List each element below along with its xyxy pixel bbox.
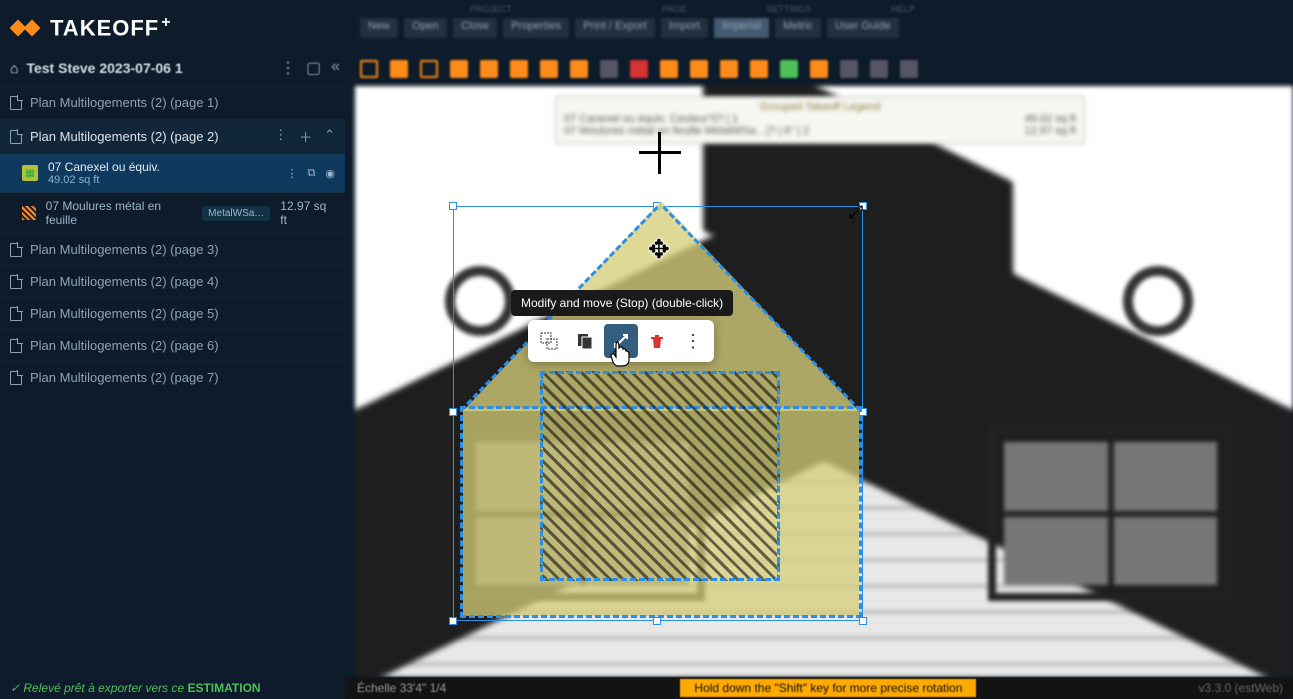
ribbon-open[interactable]: Open bbox=[404, 18, 447, 38]
tool-pencil-icon[interactable] bbox=[390, 60, 408, 78]
tool-visibility-icon[interactable] bbox=[780, 60, 798, 78]
takeoff-type: MetalWSa… bbox=[202, 206, 270, 221]
swatch-icon: ▦ bbox=[22, 165, 38, 181]
takeoff-item-moulures[interactable]: 07 Moulures métal en feuille MetalWSa… 1… bbox=[0, 192, 345, 233]
page-row-4[interactable]: Plan Multilogements (2) (page 4) bbox=[0, 265, 345, 297]
tool-poly-icon[interactable] bbox=[450, 60, 468, 78]
ribbon-print-export[interactable]: Print / Export bbox=[575, 18, 655, 38]
page-add-icon[interactable]: ＋ bbox=[299, 127, 312, 146]
page-row-7[interactable]: Plan Multilogements (2) (page 7) bbox=[0, 361, 345, 393]
file-icon bbox=[10, 96, 22, 110]
page-row-1[interactable]: Plan Multilogements (2) (page 1) bbox=[0, 86, 345, 118]
takeoff-item-canexel[interactable]: ▦ 07 Canexel ou équiv. 49.02 sq ft ⋮ ⧉ ◉ bbox=[0, 154, 345, 192]
legend-title: Grouped Takeoff Legend bbox=[564, 101, 1076, 113]
file-icon bbox=[10, 371, 22, 385]
takeoff-area: 49.02 sq ft bbox=[48, 174, 160, 186]
ribbon-import[interactable]: Import bbox=[661, 18, 708, 38]
status-bar: Échelle 33'4" 1/4 Hold down the "Shift" … bbox=[345, 677, 1293, 699]
page-label: Plan Multilogements (2) (page 1) bbox=[30, 95, 219, 110]
takeoff-area: 12.97 sq ft bbox=[280, 199, 335, 227]
canvas-toolbar bbox=[360, 56, 1283, 82]
ribbon-properties[interactable]: Properties bbox=[503, 18, 569, 38]
page-row-3[interactable]: Plan Multilogements (2) (page 3) bbox=[0, 233, 345, 265]
page-label: Plan Multilogements (2) (page 5) bbox=[30, 306, 219, 321]
document-title: Test Steve 2023-07-06 1 bbox=[26, 60, 182, 76]
drawing-canvas[interactable]: Grouped Takeoff Legend 07 Canexel ou équ… bbox=[355, 86, 1293, 677]
page-collapse-icon[interactable]: ⌃ bbox=[324, 127, 335, 146]
tool-fit-icon[interactable] bbox=[720, 60, 738, 78]
ribbon-categories: PROJECT PAGE SETTINGS HELP bbox=[360, 4, 1283, 18]
page-row-5[interactable]: Plan Multilogements (2) (page 5) bbox=[0, 297, 345, 329]
file-icon bbox=[10, 130, 22, 144]
ribbon: New Open Close Properties Print / Export… bbox=[360, 18, 1283, 38]
takeoff-name: 07 Canexel ou équiv. bbox=[48, 160, 160, 174]
collapse-sidebar-icon[interactable]: « bbox=[331, 58, 340, 78]
tool-area-icon[interactable] bbox=[540, 60, 558, 78]
home-icon[interactable]: ⌂ bbox=[10, 60, 18, 76]
tool-rect-icon[interactable] bbox=[420, 60, 438, 78]
tool-color-icon[interactable] bbox=[810, 60, 828, 78]
version-label: v3.3.0 (estWeb) bbox=[1199, 681, 1283, 695]
ribbon-new[interactable]: New bbox=[360, 18, 398, 38]
legend-box: Grouped Takeoff Legend 07 Canexel ou équ… bbox=[555, 96, 1085, 144]
scale-label: Échelle 33'4" 1/4 bbox=[345, 681, 458, 695]
tool-comment-icon[interactable] bbox=[870, 60, 888, 78]
ribbon-close[interactable]: Close bbox=[453, 18, 497, 38]
ribbon-metric[interactable]: Metric bbox=[775, 18, 821, 38]
ribbon-imperial[interactable]: Imperial bbox=[714, 18, 769, 38]
file-icon bbox=[10, 275, 22, 289]
tool-export-icon[interactable] bbox=[900, 60, 918, 78]
doc-page-icon[interactable]: ▢ bbox=[306, 58, 321, 78]
hint-label: Hold down the "Shift" key for more preci… bbox=[680, 679, 976, 697]
file-icon bbox=[10, 243, 22, 257]
export-status: ✓ Relevé prêt à exporter vers ce ESTIMAT… bbox=[10, 681, 261, 695]
page-label: Plan Multilogements (2) (page 6) bbox=[30, 338, 219, 353]
item-copy-icon[interactable]: ⧉ bbox=[308, 167, 316, 180]
ribbon-user-guide[interactable]: User Guide bbox=[827, 18, 899, 38]
page-label: Plan Multilogements (2) (page 4) bbox=[30, 274, 219, 289]
tool-zoom-icon[interactable] bbox=[690, 60, 708, 78]
sidebar: Plan Multilogements (2) (page 1) Plan Mu… bbox=[0, 86, 345, 675]
page-label: Plan Multilogements (2) (page 2) bbox=[30, 129, 219, 144]
item-eye-icon[interactable]: ◉ bbox=[325, 167, 335, 180]
page-label: Plan Multilogements (2) (page 3) bbox=[30, 242, 219, 257]
tool-dropper-icon[interactable] bbox=[840, 60, 858, 78]
tool-note-icon[interactable] bbox=[600, 60, 618, 78]
tool-line-icon[interactable] bbox=[510, 60, 528, 78]
page-menu-icon[interactable]: ⋮ bbox=[274, 127, 287, 146]
page-row-6[interactable]: Plan Multilogements (2) (page 6) bbox=[0, 329, 345, 361]
tool-select-icon[interactable] bbox=[360, 60, 378, 78]
swatch-icon bbox=[22, 206, 36, 220]
page-label: Plan Multilogements (2) (page 7) bbox=[30, 370, 219, 385]
tool-layers-icon[interactable] bbox=[750, 60, 768, 78]
document-row: ⌂ Test Steve 2023-07-06 1 ⋮ ▢ « bbox=[10, 56, 340, 80]
app-logo: TAKEOFF+ bbox=[12, 14, 172, 41]
tool-record-icon[interactable] bbox=[630, 60, 648, 78]
app-name: TAKEOFF+ bbox=[50, 14, 172, 41]
tool-plus-icon[interactable] bbox=[660, 60, 678, 78]
logo-icon bbox=[12, 17, 42, 39]
item-menu-icon[interactable]: ⋮ bbox=[287, 167, 298, 180]
tool-path-icon[interactable] bbox=[570, 60, 588, 78]
doc-menu-icon[interactable]: ⋮ bbox=[280, 58, 296, 78]
page-row-2[interactable]: Plan Multilogements (2) (page 2) ⋮ ＋ ⌃ bbox=[0, 118, 345, 154]
file-icon bbox=[10, 307, 22, 321]
takeoff-name: 07 Moulures métal en feuille bbox=[46, 199, 193, 227]
file-icon bbox=[10, 339, 22, 353]
tool-angle-icon[interactable] bbox=[480, 60, 498, 78]
